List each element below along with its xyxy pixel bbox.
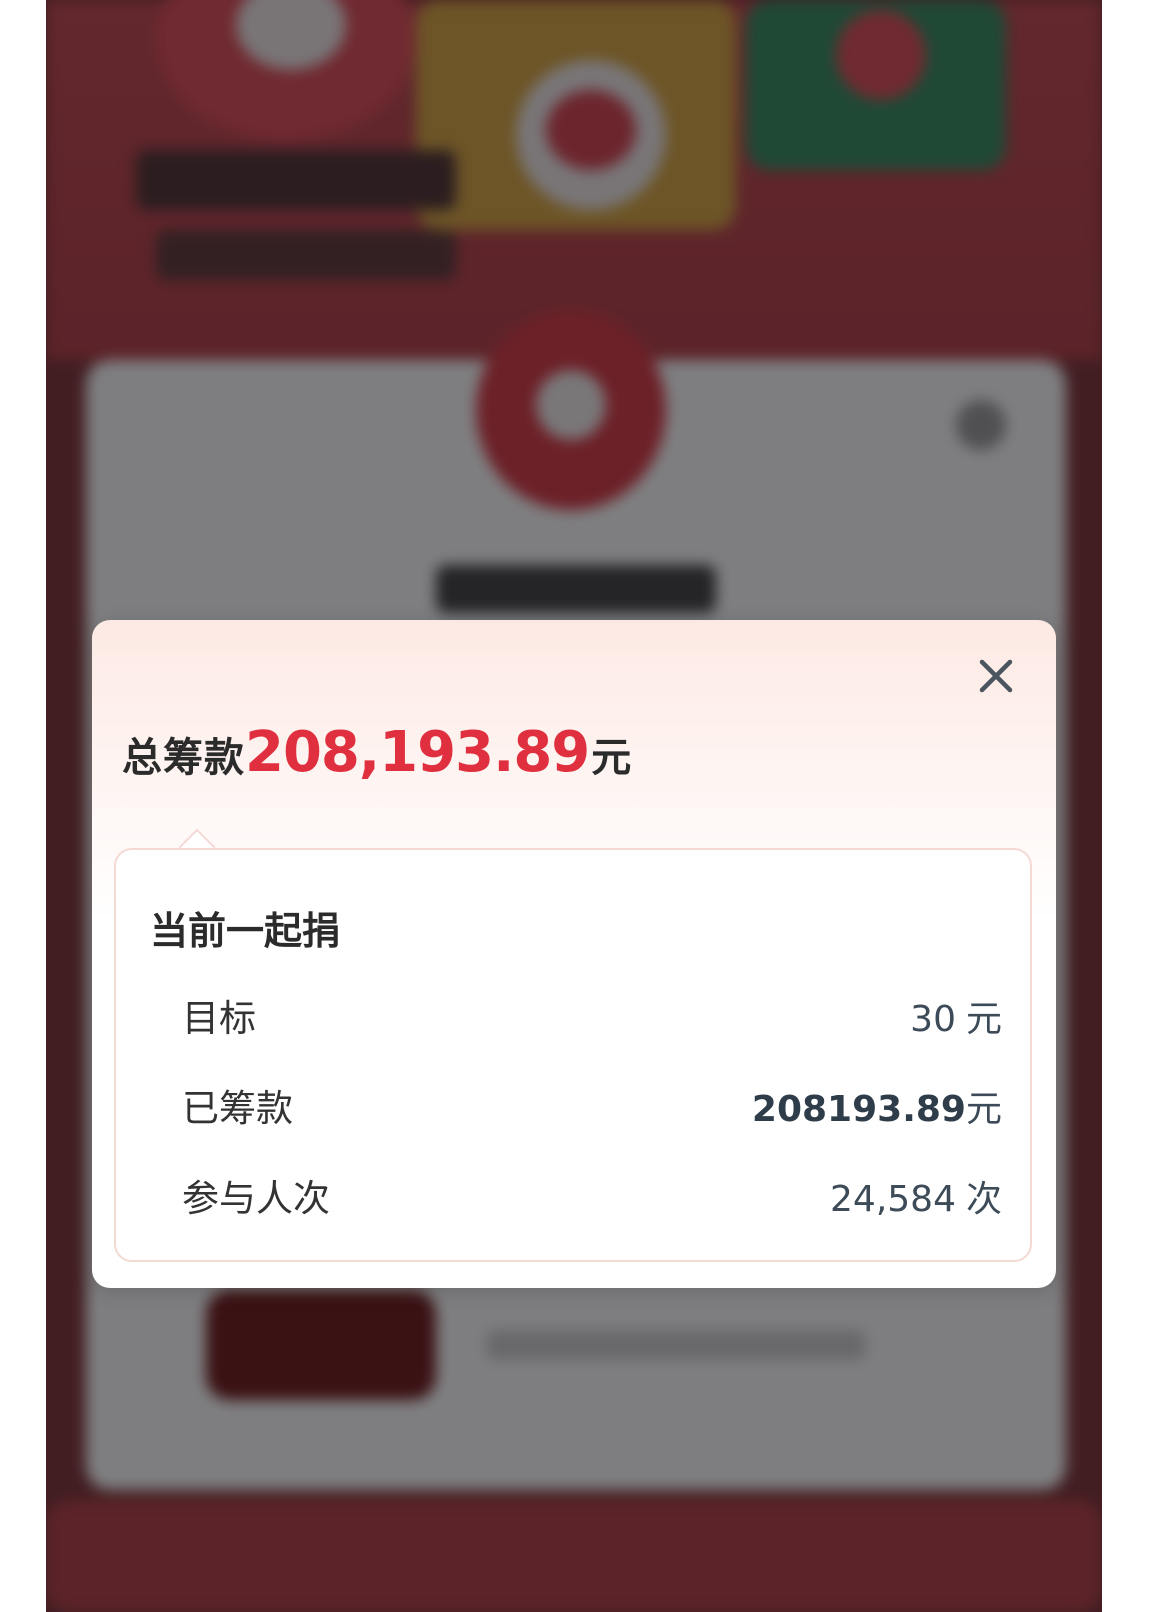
stat-row-participants: 参与人次 24,584 次 — [182, 1168, 1002, 1220]
stat-label: 目标 — [182, 997, 256, 1040]
stat-unit: 元 — [965, 999, 1002, 1040]
group-donation-panel: 当前一起捐 目标 30 元 已筹款 208193.89元 参与人次 24,584 次 — [114, 848, 1032, 1262]
stat-row-goal: 目标 30 元 — [182, 988, 1002, 1040]
close-button[interactable] — [972, 652, 1020, 700]
total-raised-label: 总筹款 — [122, 735, 245, 781]
panel-title: 当前一起捐 — [150, 909, 341, 953]
stat-label: 已筹款 — [182, 1087, 293, 1130]
stat-value: 208193.89元 — [752, 1080, 1002, 1132]
stat-value: 24,584 次 — [830, 1170, 1002, 1222]
stat-label: 参与人次 — [182, 1177, 330, 1220]
close-icon — [979, 659, 1013, 693]
total-raised-unit: 元 — [591, 735, 632, 781]
total-raised-amount: 208,193.89 — [245, 720, 590, 785]
stat-unit: 次 — [965, 1179, 1002, 1220]
stat-number: 208193.89 — [751, 1089, 966, 1130]
donation-summary-modal: 总筹款 208,193.89 元 当前一起捐 目标 30 元 已筹款 208193… — [92, 620, 1056, 1288]
stat-row-raised: 已筹款 208193.89元 — [182, 1078, 1002, 1130]
stat-value: 30 元 — [910, 990, 1002, 1042]
stat-unit: 元 — [965, 1089, 1002, 1130]
stat-number: 30 — [910, 999, 956, 1040]
stat-number: 24,584 — [830, 1179, 956, 1220]
total-raised: 总筹款 208,193.89 元 — [122, 720, 631, 800]
